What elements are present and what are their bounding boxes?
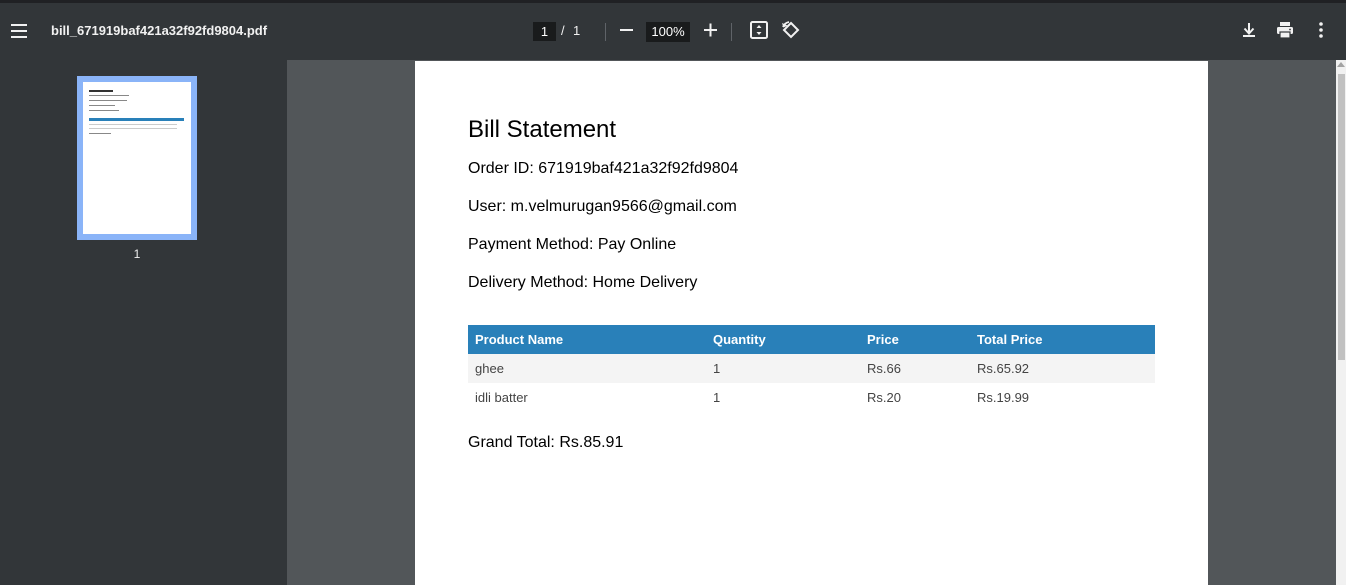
pdf-toolbar: bill_671919baf421a32f92fd9804.pdf 1 / 1 … [0,0,1346,60]
thumbnail-sidebar: 1 [0,60,287,585]
plus-icon[interactable] [698,18,722,42]
page-thumbnail[interactable] [77,76,197,240]
table-row: ghee 1 Rs.66 Rs.65.92 [468,354,1155,383]
delivery-method: Delivery Method: Home Delivery [468,274,698,291]
rotate-icon[interactable] [779,18,803,42]
page-separator: / [561,23,565,38]
minus-icon[interactable] [614,18,638,42]
cell-quantity: 1 [713,390,721,405]
toolbar-divider [731,23,732,41]
header-product-name: Product Name [468,325,706,354]
cell-product-name: idli batter [475,390,528,405]
fit-to-page-icon[interactable] [747,18,771,42]
cell-price: Rs.66 [860,354,970,383]
header-price: Price [860,325,970,354]
scrollbar-thumb[interactable] [1338,74,1345,360]
cell-total-price: Rs.65.92 [970,354,1155,383]
payment-method: Payment Method: Pay Online [468,236,677,253]
print-icon[interactable] [1273,18,1297,42]
table-header-row: Product Name Quantity Price Total Price [468,325,1155,354]
cell-product-name: ghee [468,354,706,383]
thumbnail-page-preview [83,82,191,234]
order-id: Order ID: 671919baf421a32f92fd9804 [468,160,739,177]
pdf-page: Bill Statement Order ID: 671919baf421a32… [415,61,1208,585]
cell-quantity: 1 [706,354,860,383]
file-name: bill_671919baf421a32f92fd9804.pdf [51,23,268,38]
header-quantity: Quantity [706,325,860,354]
toolbar-divider [605,23,606,41]
download-icon[interactable] [1237,18,1261,42]
cell-price: Rs.20 [867,390,901,405]
user-email: User: m.velmurugan9566@gmail.com [468,198,737,215]
vertical-scrollbar[interactable] [1336,60,1346,585]
scroll-up-arrow-icon[interactable] [1337,62,1345,67]
thumbnail-page-number: 1 [133,247,141,261]
total-pages: 1 [573,23,581,38]
current-page-input[interactable]: 1 [533,22,556,41]
more-vert-icon[interactable] [1309,18,1333,42]
header-total-price: Total Price [970,325,1155,354]
bill-title: Bill Statement [468,116,617,143]
table-row: idli batter 1 Rs.20 Rs.19.99 [468,383,1155,412]
bill-items-table: Product Name Quantity Price Total Price … [468,325,1155,412]
zoom-input[interactable]: 100% [646,22,690,42]
grand-total: Grand Total: Rs.85.91 [468,434,624,451]
cell-total-price: Rs.19.99 [977,390,1030,405]
menu-icon[interactable] [9,18,29,42]
